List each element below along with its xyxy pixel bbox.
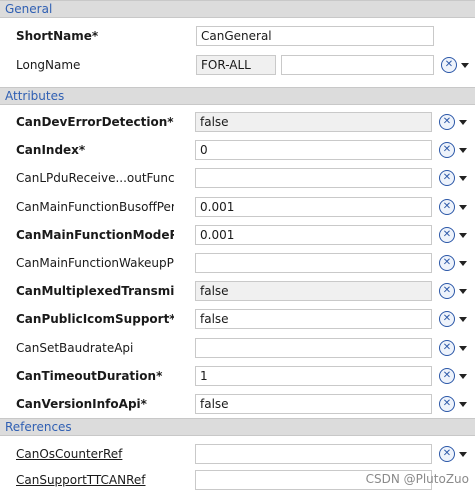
chevron-down-icon[interactable] xyxy=(459,120,467,125)
reset-icon[interactable]: ✕ xyxy=(439,114,455,130)
attribute-label: CanMainFunctionBusoffPer xyxy=(16,200,174,214)
attribute-value-field[interactable] xyxy=(195,338,432,358)
reset-icon[interactable]: ✕ xyxy=(439,170,455,186)
attribute-value-field[interactable]: 0.001 xyxy=(195,225,432,245)
reset-icon[interactable]: ✕ xyxy=(439,396,455,412)
chevron-down-icon[interactable] xyxy=(459,261,467,266)
chevron-down-icon[interactable] xyxy=(459,205,467,210)
attribute-label: CanMultiplexedTransmissi xyxy=(16,284,174,298)
attribute-label: CanMainFunctionWakeupP xyxy=(16,256,174,270)
shortname-label: ShortName* xyxy=(16,29,99,43)
row-longname: LongName FOR-ALL ✕ xyxy=(0,52,475,78)
attribute-label: CanSetBaudrateApi xyxy=(16,341,134,355)
reset-icon[interactable]: ✕ xyxy=(439,199,455,215)
attribute-row: CanSetBaudrateApi ✕ xyxy=(0,335,475,361)
chevron-down-icon[interactable] xyxy=(459,148,467,153)
attribute-value-field[interactable] xyxy=(195,253,432,273)
reference-link[interactable]: CanOsCounterRef xyxy=(16,441,174,467)
reset-icon[interactable]: ✕ xyxy=(439,255,455,271)
attribute-row: CanLPduReceive...outFunct ✕ xyxy=(0,165,475,191)
reset-icon[interactable]: ✕ xyxy=(439,283,455,299)
attribute-value-field[interactable]: false xyxy=(195,112,432,132)
attribute-row: CanMultiplexedTransmissi false ✕ xyxy=(0,278,475,304)
attribute-row: CanMainFunctionBusoffPer 0.001 ✕ xyxy=(0,194,475,220)
section-attributes: Attributes xyxy=(0,87,475,105)
chevron-down-icon[interactable] xyxy=(459,233,467,238)
reset-icon[interactable]: ✕ xyxy=(441,57,457,73)
attribute-value-field[interactable]: false xyxy=(195,309,432,329)
reference-link[interactable]: CanSupportTTCANRef xyxy=(16,467,174,493)
attribute-row: CanTimeoutDuration* 1 ✕ xyxy=(0,363,475,389)
attribute-value-field[interactable]: false xyxy=(195,394,432,414)
chevron-down-icon[interactable] xyxy=(459,176,467,181)
reset-icon[interactable]: ✕ xyxy=(439,311,455,327)
watermark: CSDN @PlutoZuo xyxy=(365,472,469,486)
attribute-label: CanPublicIcomSupport* xyxy=(16,312,174,326)
reset-icon[interactable]: ✕ xyxy=(439,227,455,243)
attribute-label: CanIndex* xyxy=(16,143,86,157)
row-canoscounterref: CanOsCounterRef ✕ xyxy=(0,441,475,467)
longname-lang-select[interactable]: FOR-ALL xyxy=(196,55,276,75)
chevron-down-icon[interactable] xyxy=(459,374,467,379)
attribute-value-field[interactable] xyxy=(195,168,432,188)
reference-field[interactable] xyxy=(195,444,432,464)
shortname-field[interactable]: CanGeneral xyxy=(196,26,434,46)
chevron-down-icon[interactable] xyxy=(459,452,467,457)
chevron-down-icon[interactable] xyxy=(461,63,469,68)
row-shortname: ShortName* CanGeneral xyxy=(0,23,475,49)
chevron-down-icon[interactable] xyxy=(459,317,467,322)
attribute-row: CanMainFunctionWakeupP ✕ xyxy=(0,250,475,276)
reset-icon[interactable]: ✕ xyxy=(439,368,455,384)
attribute-value-field[interactable]: 0.001 xyxy=(195,197,432,217)
attribute-row: CanDevErrorDetection* false ✕ xyxy=(0,109,475,135)
attribute-row: CanVersionInfoApi* false ✕ xyxy=(0,391,475,417)
reset-icon[interactable]: ✕ xyxy=(439,446,455,462)
reset-icon[interactable]: ✕ xyxy=(439,340,455,356)
attribute-label: CanTimeoutDuration* xyxy=(16,369,163,383)
section-references: References xyxy=(0,418,475,436)
chevron-down-icon[interactable] xyxy=(459,346,467,351)
attribute-value-field[interactable]: 0 xyxy=(195,140,432,160)
longname-field[interactable] xyxy=(281,55,434,75)
attribute-row: CanPublicIcomSupport* false ✕ xyxy=(0,306,475,332)
reset-icon[interactable]: ✕ xyxy=(439,142,455,158)
attribute-label: CanDevErrorDetection* xyxy=(16,115,174,129)
attribute-value-field[interactable]: false xyxy=(195,281,432,301)
attribute-label: CanLPduReceive...outFunct xyxy=(16,171,174,185)
attribute-label: CanMainFunctionModePe xyxy=(16,228,174,242)
attribute-row: CanMainFunctionModePe 0.001 ✕ xyxy=(0,222,475,248)
chevron-down-icon[interactable] xyxy=(459,289,467,294)
longname-label: LongName xyxy=(16,58,81,72)
section-general: General xyxy=(0,0,475,18)
chevron-down-icon[interactable] xyxy=(459,402,467,407)
attribute-value-field[interactable]: 1 xyxy=(195,366,432,386)
attribute-row: CanIndex* 0 ✕ xyxy=(0,137,475,163)
attribute-label: CanVersionInfoApi* xyxy=(16,397,147,411)
